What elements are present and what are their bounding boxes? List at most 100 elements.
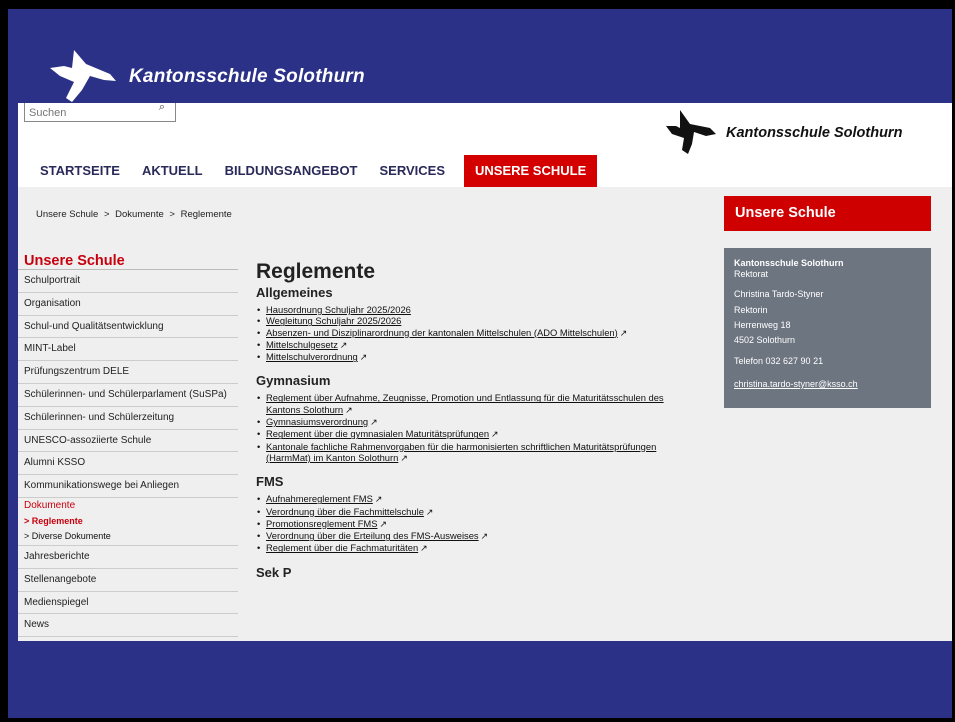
sidebar-item-alumni[interactable]: Alumni KSSO (18, 452, 238, 476)
sidebar-item-news[interactable]: News (18, 614, 238, 638)
nav-services[interactable]: SERVICES (369, 155, 457, 187)
search-input[interactable] (25, 107, 139, 119)
breadcrumb-reglemente: Reglemente (180, 209, 232, 220)
contact-street: Herrenweg 18 (734, 320, 791, 330)
regulation-link[interactable]: Promotionsreglement FMS (266, 518, 378, 529)
sidebar-item-organisation[interactable]: Organisation (18, 293, 238, 316)
list-item: Absenzen- und Disziplinarordnung der kan… (256, 327, 696, 339)
regulation-list: Hausordnung Schuljahr 2025/2026Wegleitun… (256, 304, 696, 363)
list-item: Kantonale fachliche Rahmenvorgaben für d… (256, 441, 696, 465)
sidebar-item-stellenangebote[interactable]: Stellenangebote (18, 569, 238, 592)
external-link-icon[interactable]: ↗ (426, 507, 434, 517)
external-link-icon[interactable]: ↗ (400, 453, 408, 463)
sidebar-item-dokumente[interactable]: Dokumente (18, 498, 238, 514)
header-logo-text[interactable]: Kantonsschule Solothurn (726, 125, 902, 141)
contact-dept: Rektorat (734, 269, 769, 279)
window-frame: Kantonsschule Solothurn ⌕ Kantonsschule … (8, 9, 952, 718)
list-item: Verordnung über die Erteilung des FMS-Au… (256, 530, 696, 542)
sidebar-item-pruefungszentrum[interactable]: Prüfungszentrum DELE (18, 361, 238, 384)
nav-startseite[interactable]: STARTSEITE (18, 155, 131, 187)
list-item: Gymnasiumsverordnung↗ (256, 416, 696, 428)
sidebar-navigation: Unsere Schule Schulportrait Organisation… (18, 253, 242, 638)
external-link-icon[interactable]: ↗ (375, 494, 383, 504)
sidebar-subitem-diverse-dokumente[interactable]: > Diverse Dokumente (18, 529, 238, 546)
section-heading: Sek P (256, 564, 292, 580)
sidebar-item-schulportrait[interactable]: Schulportrait (18, 270, 238, 293)
regulation-link[interactable]: Reglement über die Fachmaturitäten (266, 542, 418, 553)
page-title: Reglemente (256, 260, 376, 283)
external-link-icon[interactable]: ↗ (380, 519, 388, 529)
school-logo-icon (50, 50, 116, 102)
breadcrumb-separator: > (169, 209, 175, 220)
regulation-link[interactable]: Verordnung über die Fachmittelschule (266, 506, 424, 517)
sidebar-item-mint-label[interactable]: MINT-Label (18, 338, 238, 362)
list-item: Reglement über die gymnasialen Maturität… (256, 428, 696, 440)
regulation-link[interactable]: Reglement über Aufnahme, Zeugnisse, Prom… (266, 392, 664, 414)
external-link-icon[interactable]: ↗ (360, 352, 368, 362)
regulation-link[interactable]: Mittelschulgesetz (266, 339, 338, 350)
list-item: Hausordnung Schuljahr 2025/2026 (256, 304, 696, 316)
regulation-link[interactable]: Gymnasiumsverordnung (266, 416, 368, 427)
external-link-icon[interactable]: ↗ (340, 340, 348, 350)
breadcrumb-separator: > (103, 209, 110, 220)
list-item: Mittelschulgesetz↗ (256, 339, 696, 351)
nav-bildungsangebot[interactable]: BILDUNGSANGEBOT (214, 155, 369, 187)
banner-title: Kantonsschule Solothurn (129, 66, 365, 87)
aside-title: Unsere Schule (735, 205, 836, 221)
regulation-link[interactable]: Hausordnung Schuljahr 2025/2026 (266, 304, 411, 315)
sidebar-title[interactable]: Unsere Schule (18, 253, 238, 270)
list-item: Wegleitung Schuljahr 2025/2026 (256, 315, 696, 327)
external-link-icon[interactable]: ↗ (491, 429, 499, 439)
regulation-link[interactable]: Kantonale fachliche Rahmenvorgaben für d… (266, 441, 656, 463)
contact-email-link[interactable]: christina.tardo-styner@ksso.ch (734, 379, 858, 389)
sidebar-subitem-reglemente[interactable]: > Reglemente (18, 514, 242, 529)
main-navigation: STARTSEITE AKTUELL BILDUNGSANGEBOT SERVI… (18, 155, 598, 187)
external-link-icon[interactable]: ↗ (345, 405, 353, 415)
sidebar-item-schuelerzeitung[interactable]: Schülerinnen- und Schülerzeitung (18, 407, 238, 430)
nav-aktuell[interactable]: AKTUELL (131, 155, 214, 187)
search-box[interactable]: ⌕ (24, 103, 176, 122)
sidebar-item-kommunikationswege[interactable]: Kommunikationswege bei Anliegen (18, 475, 238, 498)
regulation-link[interactable]: Absenzen- und Disziplinarordnung der kan… (266, 327, 618, 338)
search-icon[interactable]: ⌕ (159, 103, 165, 114)
contact-box: Kantonsschule Solothurn Rektorat Christi… (724, 248, 931, 408)
contact-name: Christina Tardo-Styner (734, 289, 824, 299)
section-heading: Allgemeines (256, 285, 333, 300)
regulation-link[interactable]: Aufnahmereglement FMS (266, 493, 373, 504)
regulation-link[interactable]: Reglement über die gymnasialen Maturität… (266, 428, 489, 439)
regulation-link[interactable]: Wegleitung Schuljahr 2025/2026 (266, 315, 401, 326)
regulation-sections: Allgemeines Hausordnung Schuljahr 2025/20… (256, 285, 696, 580)
list-item: Mittelschulverordnung↗ (256, 351, 696, 363)
breadcrumb-unsere-schule[interactable]: Unsere Schule (36, 209, 98, 220)
main-content: Reglemente Allgemeines Hausordnung Schulj… (256, 259, 696, 584)
list-item: Promotionsreglement FMS↗ (256, 518, 696, 530)
external-link-icon[interactable]: ↗ (370, 417, 378, 427)
site-header: ⌕ Kantonsschule Solothurn STARTSEITE AKT… (18, 103, 952, 187)
sidebar-item-qualitaetsentwicklung[interactable]: Schul-und Qualitätsentwicklung (18, 316, 238, 339)
contact-phone: Telefon 032 627 90 21 (734, 356, 824, 366)
breadcrumb-dokumente[interactable]: Dokumente (115, 209, 164, 220)
contact-role: Rektorin (734, 305, 768, 315)
list-item: Reglement über Aufnahme, Zeugnisse, Prom… (256, 392, 696, 416)
nav-unsere-schule[interactable]: UNSERE SCHULE (464, 155, 598, 187)
regulation-list: Aufnahmereglement FMS↗Verordnung über di… (256, 493, 696, 554)
external-link-icon[interactable]: ↗ (620, 328, 628, 338)
website-page: ⌕ Kantonsschule Solothurn STARTSEITE AKT… (18, 103, 952, 641)
sidebar-item-unesco[interactable]: UNESCO-assoziierte Schule (18, 430, 238, 453)
school-logo-icon[interactable] (666, 110, 718, 156)
external-link-icon[interactable]: ↗ (481, 531, 489, 541)
aside-header: Unsere Schule (724, 196, 931, 231)
list-item: Aufnahmereglement FMS↗ (256, 493, 696, 505)
breadcrumb: Unsere Schule > Dokumente > Reglemente (36, 209, 235, 220)
contact-city: 4502 Solothurn (734, 335, 796, 345)
regulation-link[interactable]: Verordnung über die Erteilung des FMS-Au… (266, 530, 479, 541)
sidebar-item-jahresberichte[interactable]: Jahresberichte (18, 546, 238, 569)
sidebar-item-medienspiegel[interactable]: Medienspiegel (18, 592, 238, 615)
external-link-icon[interactable]: ↗ (420, 543, 428, 553)
list-item: Reglement über die Fachmaturitäten↗ (256, 542, 696, 554)
regulation-link[interactable]: Mittelschulverordnung (266, 351, 358, 362)
sidebar-item-suspa[interactable]: Schülerinnen- und Schülerparlament (SuSP… (18, 384, 238, 407)
section-heading: FMS (256, 474, 284, 490)
regulation-list: Reglement über Aufnahme, Zeugnisse, Prom… (256, 392, 696, 464)
section-heading: Gymnasium (256, 373, 331, 389)
